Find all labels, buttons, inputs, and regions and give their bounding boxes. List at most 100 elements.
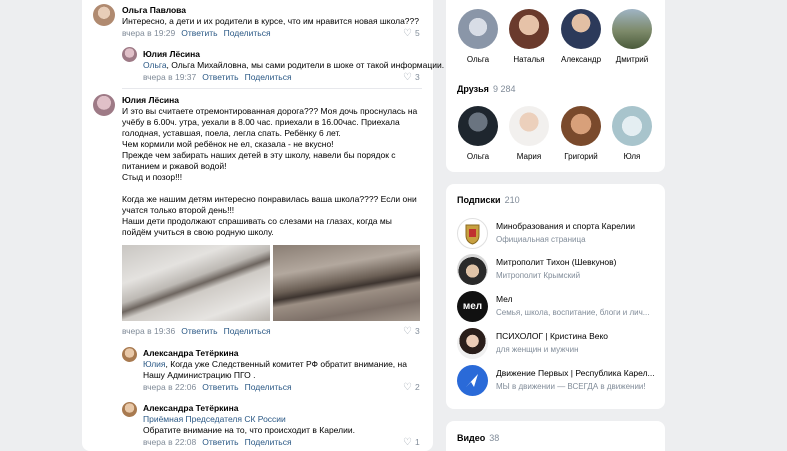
friend-tile[interactable]: Ольга bbox=[457, 106, 499, 161]
avatar[interactable] bbox=[122, 402, 137, 417]
comment-text: Приёмная Председателя СК России Обратите… bbox=[143, 414, 355, 435]
subscription-name: Мел bbox=[496, 294, 513, 304]
share-button[interactable]: Поделиться bbox=[245, 382, 292, 392]
comment-text: Ольга, Ольга Михайловна, мы сами родител… bbox=[143, 60, 445, 70]
reply-button[interactable]: Ответить bbox=[181, 28, 217, 38]
subscription-desc: МЫ в движении — ВСЕГДА в движении! bbox=[496, 382, 646, 391]
reply-mention[interactable]: Ольга bbox=[143, 60, 167, 70]
comment-text: И это вы считаете отремонтированная доро… bbox=[122, 106, 418, 237]
share-button[interactable]: Поделиться bbox=[245, 72, 292, 82]
subscription-desc: Официальная страница bbox=[496, 235, 586, 244]
like-count: 2 bbox=[414, 382, 420, 392]
like-button[interactable]: ♡ 3 bbox=[403, 326, 420, 337]
comment-meta: вчера в 19:37 Ответить Поделиться bbox=[143, 72, 292, 82]
like-count: 1 bbox=[414, 437, 420, 447]
comments-card: Ольга Павлова Интересно, а дети и их род… bbox=[82, 0, 444, 451]
subscription-item[interactable]: мел Мел Семья, школа, воспитание, блоги … bbox=[457, 291, 663, 323]
subscription-desc: Митрополит Крымский bbox=[496, 271, 581, 280]
subscription-name: ПСИХОЛОГ | Кристина Веко bbox=[496, 331, 609, 341]
subscription-item[interactable]: Минобразования и спорта Карелии Официаль… bbox=[457, 218, 663, 250]
friend-name: Ольга bbox=[466, 152, 490, 161]
subscription-name: Митрополит Тихон (Шевкунов) bbox=[496, 257, 617, 267]
comment-author[interactable]: Александра Тетёркина bbox=[143, 348, 238, 358]
avatar[interactable] bbox=[122, 47, 137, 62]
subscription-desc: для женщин и мужчин bbox=[496, 345, 579, 354]
comment-author[interactable]: Юлия Лёсина bbox=[143, 49, 200, 59]
reply-mention[interactable]: Приёмная Председателя СК России bbox=[143, 414, 355, 425]
like-button[interactable]: ♡ 2 bbox=[403, 382, 420, 393]
reply-button[interactable]: Ответить bbox=[202, 72, 238, 82]
subscriptions-card: Подписки 210 Минобразования и спорта Каре… bbox=[446, 184, 665, 409]
heart-icon: ♡ bbox=[403, 437, 412, 448]
comment-author[interactable]: Ольга Павлова bbox=[122, 5, 186, 15]
friend-tile[interactable]: Мария bbox=[508, 106, 550, 161]
avatar bbox=[509, 9, 549, 49]
friend-name: Мария bbox=[516, 152, 542, 161]
attached-photo[interactable] bbox=[273, 245, 420, 321]
videos-card: Видео 38 bbox=[446, 421, 665, 451]
comment-time[interactable]: вчера в 22:06 bbox=[143, 382, 196, 392]
friend-tile[interactable]: Юля bbox=[611, 106, 653, 161]
friends-title[interactable]: Друзья 9 284 bbox=[457, 84, 515, 94]
avatar bbox=[561, 106, 601, 146]
share-button[interactable]: Поделиться bbox=[245, 437, 292, 447]
friend-tile[interactable]: Наталья bbox=[508, 9, 550, 64]
subscription-desc: Семья, школа, воспитание, блоги и лич... bbox=[496, 308, 650, 317]
subscription-item[interactable]: Движение Первых | Республика Карел... МЫ… bbox=[457, 365, 663, 397]
subscription-item[interactable]: ПСИХОЛОГ | Кристина Веко для женщин и му… bbox=[457, 328, 663, 360]
share-button[interactable]: Поделиться bbox=[224, 28, 271, 38]
like-button[interactable]: ♡ 3 bbox=[403, 72, 420, 83]
friend-name: Наталья bbox=[513, 55, 545, 64]
attached-photo[interactable] bbox=[122, 245, 270, 321]
comment-meta: вчера в 19:36 Ответить Поделиться bbox=[122, 326, 271, 336]
subscriptions-title[interactable]: Подписки 210 bbox=[457, 195, 520, 205]
comment-author[interactable]: Александра Тетёркина bbox=[143, 403, 238, 413]
friend-tile[interactable]: Дмитрий bbox=[611, 9, 653, 64]
heart-icon: ♡ bbox=[403, 72, 412, 83]
like-count: 5 bbox=[414, 28, 420, 38]
mel-logo-icon: мел bbox=[457, 291, 488, 322]
heart-icon: ♡ bbox=[403, 28, 412, 39]
share-button[interactable]: Поделиться bbox=[224, 326, 271, 336]
subscription-name: Движение Первых | Республика Карел... bbox=[496, 368, 655, 378]
friend-tile[interactable]: Григорий bbox=[560, 106, 602, 161]
avatar bbox=[458, 106, 498, 146]
reply-button[interactable]: Ответить bbox=[202, 382, 238, 392]
comment-time[interactable]: вчера в 19:29 bbox=[122, 28, 175, 38]
friend-name: Александр bbox=[560, 55, 602, 64]
heart-icon: ♡ bbox=[403, 326, 412, 337]
friend-name: Дмитрий bbox=[615, 55, 649, 64]
reply-button[interactable]: Ответить bbox=[181, 326, 217, 336]
divider bbox=[122, 88, 422, 89]
comment-author[interactable]: Юлия Лёсина bbox=[122, 95, 179, 105]
friend-name: Григорий bbox=[564, 152, 598, 161]
comment-meta: вчера в 22:06 Ответить Поделиться bbox=[143, 382, 292, 392]
comment-time[interactable]: вчера в 19:37 bbox=[143, 72, 196, 82]
subscription-item[interactable]: Митрополит Тихон (Шевкунов) Митрополит К… bbox=[457, 254, 663, 286]
friend-tile[interactable]: Александр bbox=[560, 9, 602, 64]
like-button[interactable]: ♡ 5 bbox=[403, 28, 420, 39]
like-count: 3 bbox=[414, 326, 420, 336]
videos-title[interactable]: Видео 38 bbox=[457, 433, 499, 443]
avatar bbox=[612, 106, 652, 146]
reply-button[interactable]: Ответить bbox=[202, 437, 238, 447]
like-count: 3 bbox=[414, 72, 420, 82]
avatar[interactable] bbox=[93, 94, 115, 116]
comment-meta: вчера в 22:08 Ответить Поделиться bbox=[143, 437, 292, 447]
friend-name: Юля bbox=[623, 152, 641, 161]
like-button[interactable]: ♡ 1 bbox=[403, 437, 420, 448]
avatar bbox=[458, 9, 498, 49]
avatar bbox=[561, 9, 601, 49]
comment-time[interactable]: вчера в 19:36 bbox=[122, 326, 175, 336]
avatar bbox=[457, 254, 488, 285]
avatar[interactable] bbox=[122, 347, 137, 362]
avatar bbox=[457, 328, 488, 359]
avatar bbox=[509, 106, 549, 146]
avatar[interactable] bbox=[93, 4, 115, 26]
reply-mention[interactable]: Юлия bbox=[143, 359, 166, 369]
subscription-name: Минобразования и спорта Карелии bbox=[496, 221, 635, 231]
comment-time[interactable]: вчера в 22:08 bbox=[143, 437, 196, 447]
heart-icon: ♡ bbox=[403, 382, 412, 393]
friend-tile[interactable]: Ольга bbox=[457, 9, 499, 64]
comment-meta: вчера в 19:29 Ответить Поделиться bbox=[122, 28, 271, 38]
